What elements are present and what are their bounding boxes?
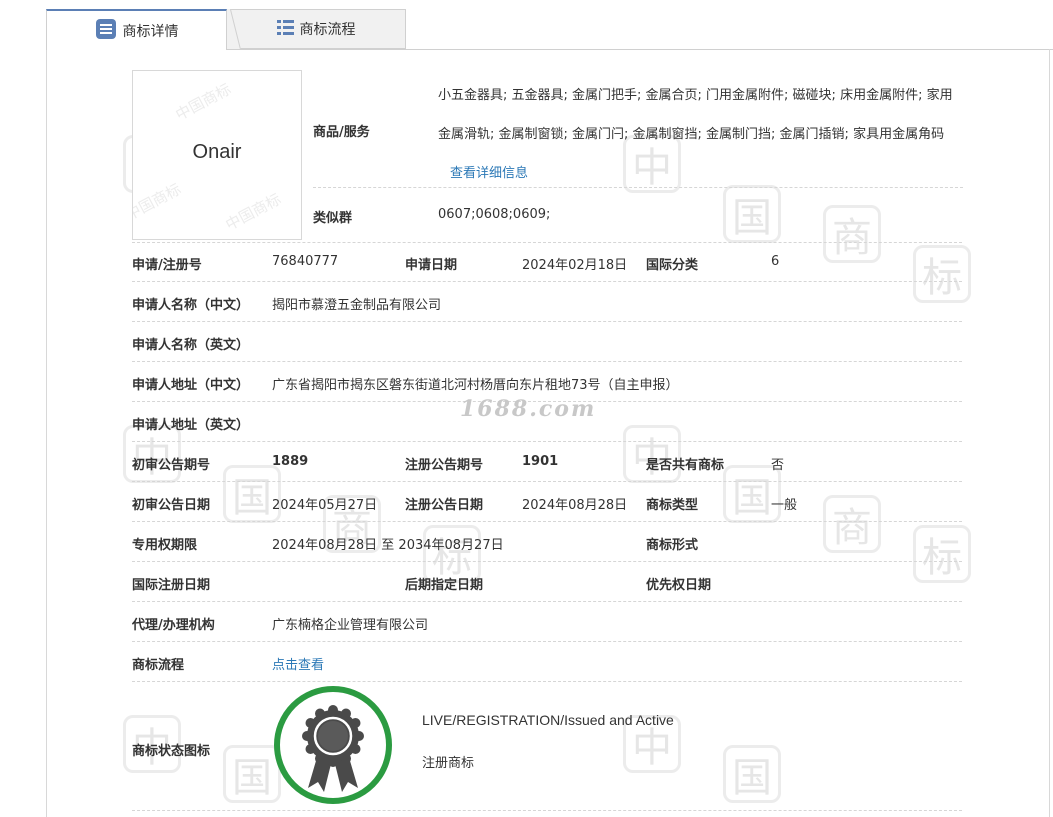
watermark-seal: 标 bbox=[913, 245, 971, 303]
goods-value: 小五金器具; 五金器具; 金属门把手; 金属合页; 门用金属附件; 磁碰块; 床… bbox=[438, 76, 963, 193]
registered-status-badge-icon bbox=[274, 686, 392, 804]
watermark-seal: 国 bbox=[723, 185, 781, 243]
goods-list: 小五金器具; 五金器具; 金属门把手; 金属合页; 门用金属附件; 磁碰块; 床… bbox=[438, 88, 953, 142]
divider bbox=[132, 641, 962, 642]
site-watermark: 1688.com bbox=[460, 396, 597, 422]
reg-pub-date-value: 2024年08月28日 bbox=[522, 498, 628, 513]
prelim-no-label: 初审公告期号 bbox=[132, 458, 211, 473]
agent-value: 广东楠格企业管理有限公司 bbox=[272, 618, 429, 633]
status-icon-label: 商标状态图标 bbox=[132, 744, 211, 759]
divider bbox=[132, 681, 962, 682]
tab-bar: 商标详情 商标流程 bbox=[46, 9, 1053, 50]
reg-no-value: 76840777 bbox=[272, 254, 339, 269]
shared-label: 是否共有商标 bbox=[646, 458, 725, 473]
term-value: 2024年08月28日 至 2034年08月27日 bbox=[272, 538, 504, 553]
status-chinese: 注册商标 bbox=[422, 756, 475, 771]
intl-class-label: 国际分类 bbox=[646, 258, 699, 273]
watermark-seal: 标 bbox=[913, 525, 971, 583]
divider bbox=[132, 521, 962, 522]
address-cn-label: 申请人地址（中文） bbox=[132, 378, 250, 393]
similar-group-label: 类似群 bbox=[313, 211, 353, 226]
watermark-seal: 商 bbox=[823, 495, 881, 553]
tab-trademark-flow[interactable]: 商标流程 bbox=[227, 9, 406, 49]
image-watermark: 中国商标 bbox=[172, 79, 234, 124]
divider bbox=[313, 187, 963, 188]
trademark-name: Onair bbox=[192, 141, 242, 163]
prelim-no-value: 1889 bbox=[272, 454, 309, 469]
status-english: LIVE/REGISTRATION/Issued and Active bbox=[422, 712, 674, 728]
divider bbox=[132, 361, 962, 362]
tab-label: 商标详情 bbox=[122, 23, 179, 40]
tab-trademark-details[interactable]: 商标详情 bbox=[46, 9, 227, 50]
apply-date-value: 2024年02月18日 bbox=[522, 258, 628, 273]
tm-type-value: 一般 bbox=[771, 498, 798, 513]
later-date-label: 后期指定日期 bbox=[405, 578, 484, 593]
applicant-en-label: 申请人名称（英文） bbox=[132, 338, 250, 353]
watermark-seal: 国 bbox=[723, 745, 781, 803]
shared-value: 否 bbox=[771, 458, 785, 473]
list-icon bbox=[276, 19, 294, 39]
reg-no-label: 申请/注册号 bbox=[132, 258, 202, 273]
divider bbox=[132, 481, 962, 482]
flow-label: 商标流程 bbox=[132, 658, 185, 673]
goods-label: 商品/服务 bbox=[313, 125, 370, 140]
tm-form-label: 商标形式 bbox=[646, 538, 699, 553]
reg-pub-no-label: 注册公告期号 bbox=[405, 458, 484, 473]
image-watermark: 中国商标 bbox=[222, 189, 284, 234]
prelim-date-label: 初审公告日期 bbox=[132, 498, 211, 513]
trademark-image[interactable]: 中国商标 中国商标 中国商标 Onair bbox=[132, 70, 302, 240]
tab-label: 商标流程 bbox=[299, 22, 356, 38]
apply-date-label: 申请日期 bbox=[405, 258, 458, 273]
term-label: 专用权期限 bbox=[132, 538, 198, 553]
prelim-date-value: 2024年05月27日 bbox=[272, 498, 378, 513]
goods-detail-link[interactable]: 查看详细信息 bbox=[450, 166, 528, 181]
divider bbox=[132, 601, 962, 602]
address-en-label: 申请人地址（英文） bbox=[132, 418, 250, 433]
reg-pub-date-label: 注册公告日期 bbox=[405, 498, 484, 513]
reg-pub-no-value: 1901 bbox=[522, 454, 559, 469]
priority-date-label: 优先权日期 bbox=[646, 578, 712, 593]
image-watermark: 中国商标 bbox=[132, 179, 184, 224]
intl-class-value: 6 bbox=[771, 254, 780, 269]
watermark-seal: 商 bbox=[823, 205, 881, 263]
watermark-seal: 国 bbox=[223, 745, 281, 803]
intl-reg-date-label: 国际注册日期 bbox=[132, 578, 211, 593]
applicant-cn-value: 揭阳市慕澄五金制品有限公司 bbox=[272, 298, 442, 313]
divider bbox=[132, 321, 962, 322]
divider bbox=[132, 561, 962, 562]
document-list-icon bbox=[95, 18, 117, 44]
divider bbox=[132, 242, 962, 243]
divider bbox=[132, 281, 962, 282]
divider bbox=[132, 810, 962, 811]
applicant-cn-label: 申请人名称（中文） bbox=[132, 298, 250, 313]
tm-type-label: 商标类型 bbox=[646, 498, 699, 513]
agent-label: 代理/办理机构 bbox=[132, 618, 215, 633]
similar-group-value: 0607;0608;0609; bbox=[438, 207, 551, 222]
divider bbox=[132, 441, 962, 442]
address-cn-value: 广东省揭阳市揭东区磐东街道北河村杨厝向东片租地73号（自主申报） bbox=[272, 378, 679, 393]
flow-link[interactable]: 点击查看 bbox=[272, 654, 324, 673]
